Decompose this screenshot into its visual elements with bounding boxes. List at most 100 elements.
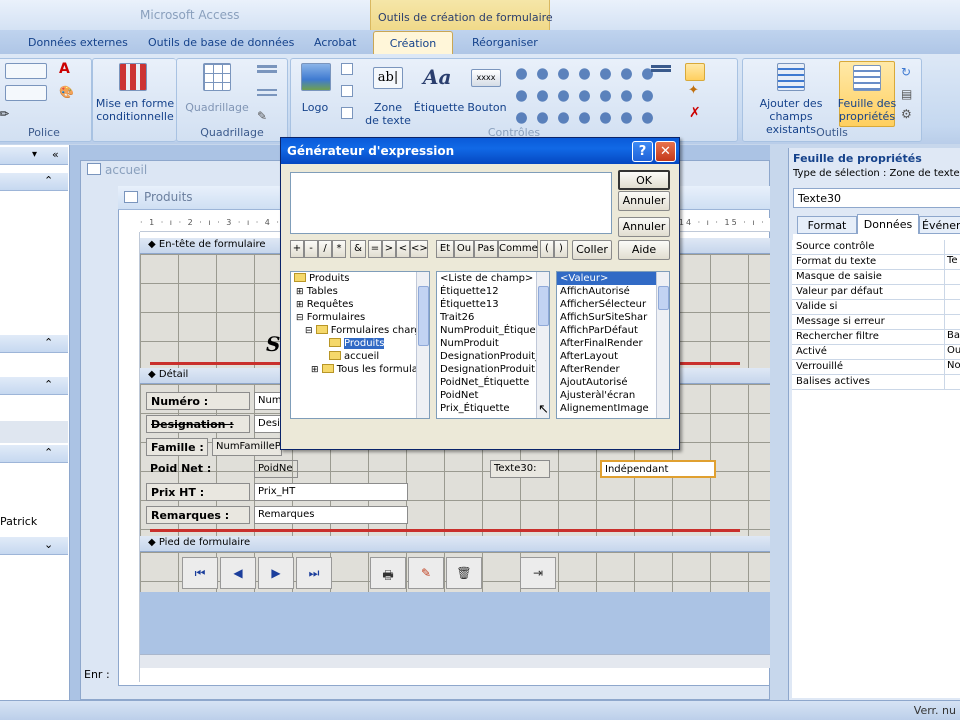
field-label-remarques[interactable]: Remarques : (146, 506, 250, 524)
prop-row-format-texte[interactable]: Format du texte Te (792, 255, 960, 270)
properties-scrollbar[interactable] (656, 272, 669, 418)
tree-item-produits-root[interactable]: Produits (291, 272, 429, 285)
paste-button[interactable]: Coller (572, 240, 612, 260)
list-item[interactable]: <Liste de champ> (437, 272, 549, 285)
list-item[interactable]: DesignationProduit (437, 363, 549, 376)
tree-item-produits[interactable]: Produits (291, 337, 429, 350)
op-not-button[interactable]: Pas (474, 240, 498, 258)
field-control-numero[interactable]: Num (254, 392, 282, 410)
tab-donnees-externes[interactable]: Données externes (28, 36, 128, 49)
field-control-poidnet[interactable]: PoidNe (254, 460, 298, 478)
trash-icon[interactable]: 🗑 (446, 557, 482, 589)
list-item[interactable]: NumProduit_Étiquet (437, 324, 549, 337)
control-wizard-icon[interactable]: ✦ (688, 83, 699, 98)
field-control-remarques[interactable]: Remarques (254, 506, 408, 524)
print-icon[interactable]: 🖶 (370, 557, 406, 589)
tab-accueil[interactable]: accueil (105, 163, 147, 177)
nav-group-4[interactable]: ⌃ (0, 445, 68, 463)
list-item[interactable]: AjoutAutorisé (557, 376, 669, 389)
tree-item-requetes[interactable]: ⊞ Requêtes (291, 298, 429, 311)
op-divide-button[interactable]: / (318, 240, 332, 258)
list-item[interactable]: Étiquette13 (437, 298, 549, 311)
last-record-button[interactable]: ⏭ (296, 557, 332, 589)
prop-row-source-controle[interactable]: Source contrôle (792, 240, 960, 255)
line-type-icon[interactable] (257, 89, 277, 91)
list-item[interactable]: AfterFinalRender (557, 337, 669, 350)
tree-item-accueil[interactable]: accueil (291, 350, 429, 363)
list-item[interactable]: AfterRender (557, 363, 669, 376)
tree-objects-list[interactable]: Produits ⊞ Tables ⊞ Requêtes ⊟ Formulair… (290, 271, 430, 419)
op-greater-button[interactable]: > (382, 240, 396, 258)
op-concat-button[interactable]: & (350, 240, 366, 258)
first-record-button[interactable]: ⏮ (182, 557, 218, 589)
list-item[interactable]: Étiquette12 (437, 285, 549, 298)
property-sheet-button[interactable]: Feuille des propriétés (837, 97, 897, 123)
tab-reorganiser[interactable]: Réorganiser (472, 36, 538, 49)
tab-produits[interactable]: Produits (144, 190, 193, 204)
op-multiply-button[interactable]: * (332, 240, 346, 258)
tab-format[interactable]: Format (797, 216, 857, 234)
op-rparen-button[interactable]: ) (554, 240, 568, 258)
expand-plus-icon[interactable]: ⊞ (311, 365, 319, 375)
nav-collapse-icon[interactable]: « (52, 148, 59, 161)
scrollbar-thumb[interactable] (658, 286, 669, 310)
texte30-label[interactable]: Texte30: (490, 460, 550, 478)
op-like-button[interactable]: Comme (498, 240, 538, 258)
field-label-designation[interactable]: Designation : (146, 415, 250, 433)
edit-icon[interactable]: ✎ (408, 557, 444, 589)
field-label-poidnet[interactable]: Poid Net : (146, 460, 250, 478)
help-icon[interactable]: ? (632, 141, 653, 162)
list-item[interactable]: PoidNet_Étiquette (437, 376, 549, 389)
fill-color-icon[interactable]: 🎨 (59, 85, 74, 99)
tree-item-tous-formulaires[interactable]: ⊞ Tous les formulair (291, 363, 429, 376)
conditional-format-button[interactable]: Mise en forme conditionnelle (95, 97, 175, 123)
page-number-icon[interactable] (341, 85, 353, 97)
select-pointer-icon[interactable] (685, 63, 705, 81)
tab-outils-base-de-donnees[interactable]: Outils de base de données (148, 36, 294, 49)
tree-item-formulaires-charges[interactable]: ⊟ Formulaires charg (291, 324, 429, 337)
textbox-button[interactable]: Zone de texte (363, 101, 413, 127)
tab-evenement[interactable]: Événem (919, 216, 960, 234)
field-label-famille[interactable]: Famille : (146, 438, 208, 456)
previous-record-button[interactable]: ◀ (220, 557, 256, 589)
nav-group-3[interactable]: ⌃ (0, 377, 68, 395)
tree-scrollbar[interactable] (416, 272, 429, 418)
field-control-famille[interactable]: NumFamilleP (212, 438, 282, 456)
code-icon[interactable]: ▤ (901, 87, 912, 101)
prop-row-rechercher-filtre[interactable]: Rechercher filtre Ba (792, 330, 960, 345)
date-time-icon[interactable] (341, 107, 353, 119)
controls-gallery-icon[interactable] (511, 63, 661, 125)
control-line-icon[interactable] (651, 65, 671, 68)
list-item[interactable]: AffichParDéfaut (557, 324, 669, 337)
nav-group-5[interactable]: ⌄ (0, 537, 68, 555)
exit-icon[interactable]: ⇥ (520, 557, 556, 589)
prop-row-valeur-defaut[interactable]: Valeur par défaut (792, 285, 960, 300)
op-and-button[interactable]: Et (436, 240, 454, 258)
line-color-icon[interactable]: ✎ (257, 109, 267, 123)
prop-row-message-erreur[interactable]: Message si erreur (792, 315, 960, 330)
op-equal-button[interactable]: = (368, 240, 382, 258)
list-item[interactable]: Ajusteràl'écran (557, 389, 669, 402)
op-lparen-button[interactable]: ( (540, 240, 554, 258)
properties-list[interactable]: <Valeur> AffichAutorisé AfficherSélecteu… (556, 271, 670, 419)
cancel-button[interactable]: Annuler (618, 191, 670, 211)
field-control-designation[interactable]: Desi (254, 415, 282, 433)
help-button[interactable]: Aide (618, 240, 670, 260)
undo-button[interactable]: Annuler (618, 217, 670, 237)
field-control-prixht[interactable]: Prix_HT (254, 483, 408, 501)
expand-plus-icon[interactable]: ⊞ (296, 300, 304, 310)
expand-plus-icon[interactable]: ⊞ (296, 287, 304, 297)
prop-row-balises-actives[interactable]: Balises actives (792, 375, 960, 390)
title-icon[interactable] (341, 63, 353, 75)
op-plus-button[interactable]: + (290, 240, 304, 258)
list-item[interactable]: PoidNet (437, 389, 549, 402)
list-item[interactable]: AffichSurSiteShar (557, 311, 669, 324)
line-thickness-icon[interactable] (257, 65, 277, 68)
fields-list[interactable]: <Liste de champ> Étiquette12 Étiquette13… (436, 271, 550, 419)
format-painter-icon[interactable]: ✏ (0, 107, 9, 121)
list-item[interactable]: AffichAutorisé (557, 285, 669, 298)
next-record-button[interactable]: ▶ (258, 557, 294, 589)
ok-button[interactable]: OK (618, 170, 670, 190)
list-item[interactable]: Prix_Étiquette (437, 402, 549, 415)
list-item[interactable]: DesignationProduit_ (437, 350, 549, 363)
